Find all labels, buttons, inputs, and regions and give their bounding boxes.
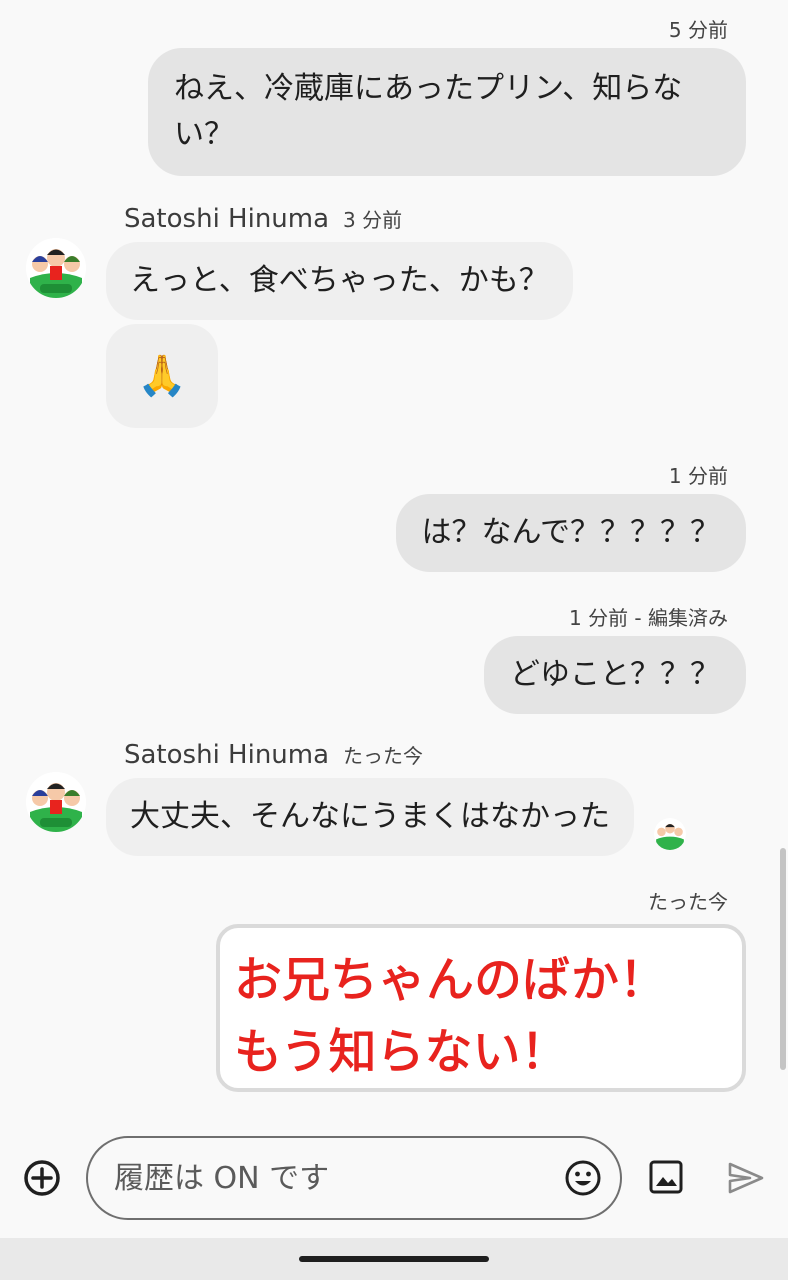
message-text: どゆこと？？？ xyxy=(510,657,720,692)
handwriting-canvas: お兄ちゃんのばか！ もう知らない！ xyxy=(234,952,668,1081)
message-timestamp: 1 分前 - 編集済み xyxy=(568,606,728,630)
send-icon xyxy=(728,1162,764,1194)
avatar[interactable] xyxy=(26,772,86,832)
avatar-illustration xyxy=(654,818,686,850)
message-input[interactable] xyxy=(114,1156,554,1200)
emoji-button[interactable] xyxy=(564,1159,602,1197)
outgoing-message[interactable]: どゆこと？？？ xyxy=(484,636,746,714)
emoji-message[interactable]: 🙏 xyxy=(106,324,218,428)
handwriting-drawing[interactable]: お兄ちゃんのばか！ もう知らない！ xyxy=(216,924,746,1092)
composer xyxy=(86,1136,622,1220)
message-text: ねえ、冷蔵庫にあったプリン、知らない？ xyxy=(174,71,683,152)
sender-header: Satoshi Hinuma 3 分前 xyxy=(124,204,402,234)
image-icon xyxy=(649,1160,683,1194)
add-circle-icon xyxy=(24,1160,60,1196)
message-text: 大丈夫、そんなにうまくはなかった xyxy=(130,799,610,834)
avatar-illustration xyxy=(26,772,86,832)
system-navigation-bar xyxy=(0,1238,788,1280)
message-timestamp: 3 分前 xyxy=(343,208,403,232)
message-text: は？なんで？？？？？ xyxy=(421,515,721,550)
message-timestamp: 1 分前 xyxy=(668,464,728,488)
scrollbar[interactable] xyxy=(780,848,786,1070)
sender-name: Satoshi Hinuma xyxy=(124,204,330,234)
send-button[interactable] xyxy=(726,1158,766,1198)
sender-header: Satoshi Hinuma たった今 xyxy=(124,740,423,770)
message-text: えっと、食べちゃった、かも？ xyxy=(130,263,549,298)
outgoing-message[interactable]: は？なんで？？？？？ xyxy=(395,494,746,572)
outgoing-message[interactable]: ねえ、冷蔵庫にあったプリン、知らない？ xyxy=(148,48,746,176)
avatar[interactable] xyxy=(26,238,86,298)
handwriting-line-1: お兄ちゃんのばか！ xyxy=(234,952,667,1008)
emoji-icon xyxy=(565,1160,601,1196)
handwriting-line-2: もう知らない！ xyxy=(234,1024,569,1080)
message-timestamp: 5 分前 xyxy=(668,18,728,42)
incoming-message[interactable]: えっと、食べちゃった、かも？ xyxy=(106,242,573,320)
folded-hands-emoji: 🙏 xyxy=(137,353,187,399)
message-timestamp: たった今 xyxy=(343,744,424,768)
incoming-message[interactable]: 大丈夫、そんなにうまくはなかった xyxy=(106,778,634,856)
message-timestamp: たった今 xyxy=(648,890,728,914)
home-gesture-handle[interactable] xyxy=(299,1256,489,1262)
add-attachment-button[interactable] xyxy=(22,1158,62,1198)
sender-name: Satoshi Hinuma xyxy=(124,740,330,770)
avatar-illustration xyxy=(26,238,86,298)
image-button[interactable] xyxy=(647,1158,685,1196)
read-receipt-avatar xyxy=(654,818,686,850)
